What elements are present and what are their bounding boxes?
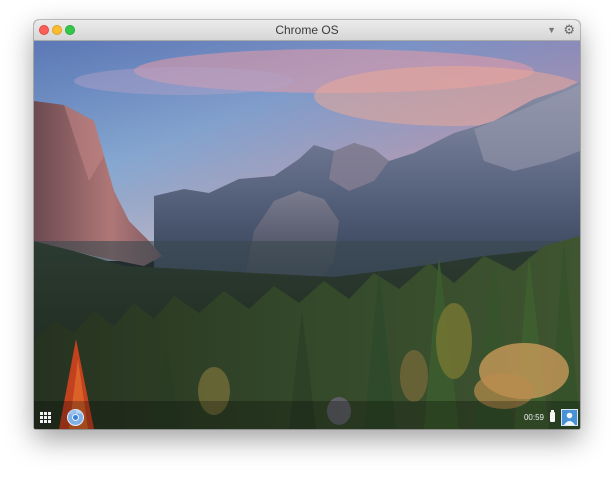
window-title: Chrome OS: [275, 23, 339, 37]
clock-time[interactable]: 00:59: [524, 412, 544, 423]
gear-icon[interactable]: ⚙: [563, 22, 575, 38]
wallpaper-image: [34, 41, 580, 429]
chrome-os-window: Chrome OS ▼ ⚙ 00:59: [34, 20, 580, 429]
user-avatar-icon[interactable]: [561, 409, 578, 426]
app-launcher-icon[interactable]: [40, 412, 51, 423]
shelf: 00:59: [34, 407, 580, 429]
title-bar[interactable]: Chrome OS ▼ ⚙: [34, 20, 580, 41]
battery-icon[interactable]: [550, 410, 555, 422]
chevron-down-icon[interactable]: ▼: [547, 24, 556, 37]
chrome-browser-icon[interactable]: [67, 409, 84, 426]
desktop-wallpaper: 00:59: [34, 41, 580, 429]
